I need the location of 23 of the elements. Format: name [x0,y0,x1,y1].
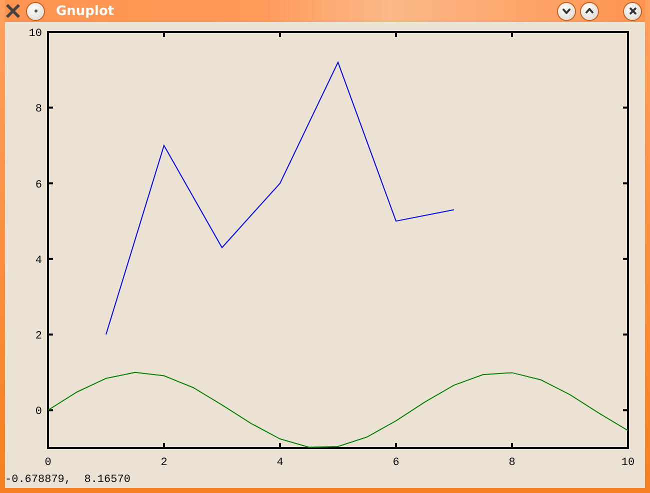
maximize-button[interactable] [581,2,598,20]
y-tick-label: 6 [35,179,42,192]
y-tick-label: 10 [28,28,42,40]
chevron-down-icon [562,8,571,14]
x-tick-label: 2 [160,457,168,469]
window-title: Gnuplot [56,4,114,18]
dot-icon [34,9,38,13]
y-tick-label: 8 [35,104,42,116]
y-tick-label: 0 [35,406,42,418]
x-tick-label: 8 [508,457,516,469]
crossed-tools-icon[interactable] [5,3,21,19]
x-tick-label: 4 [276,457,284,469]
x-tick-label: 10 [621,457,635,469]
x-tick-label: 0 [44,457,52,469]
x-tick-label: 6 [392,457,400,469]
chevron-up-icon [585,8,594,14]
close-icon [628,7,636,15]
close-button[interactable] [624,2,641,20]
y-tick-label: 4 [35,254,42,267]
cursor-coordinates: -0.678879, 8.16570 [5,474,130,486]
y-tick-label: 2 [35,330,42,343]
minimize-button[interactable] [558,2,575,20]
menu-button[interactable] [27,2,44,20]
